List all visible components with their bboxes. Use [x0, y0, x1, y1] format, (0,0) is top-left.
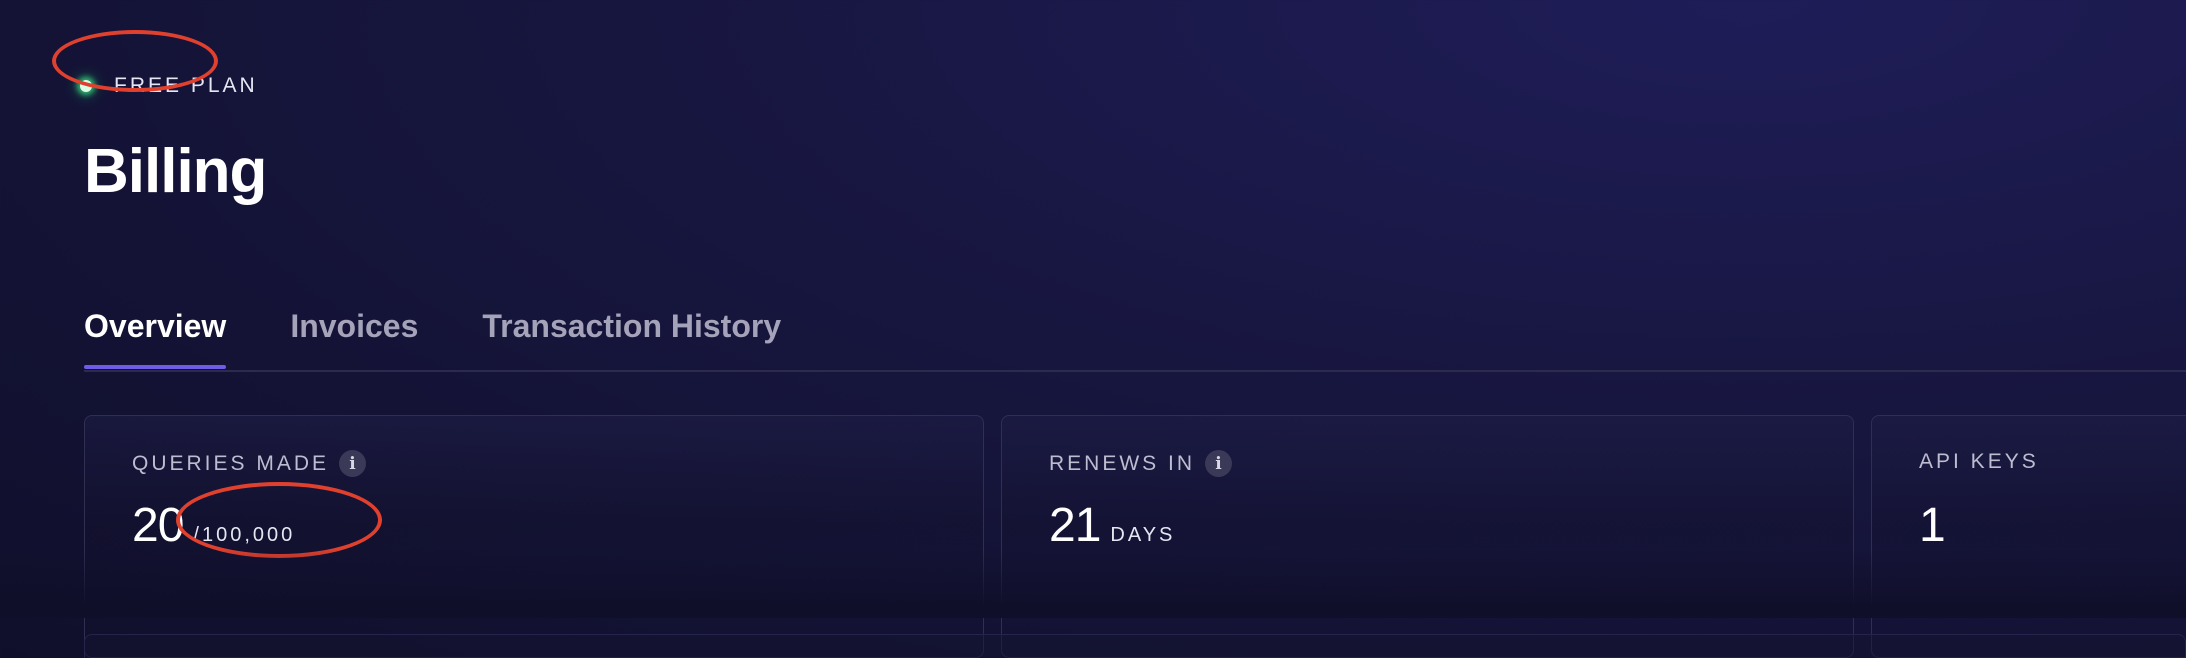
content-fade [0, 548, 2186, 618]
api-keys-label: API KEYS [1919, 450, 2039, 473]
plan-label: FREE PLAN [114, 74, 258, 97]
api-keys-card: API KEYS 1 [1871, 415, 2186, 658]
renews-in-label-row: RENEWS IN i [1049, 450, 1233, 477]
queries-limit: /100,000 [193, 524, 296, 546]
renews-in-value: 21 [1049, 499, 1101, 552]
tab-overview[interactable]: Overview [84, 308, 227, 369]
api-keys-value-row: 1 [1919, 498, 1946, 553]
page-title: Billing [84, 137, 267, 206]
queries-made-value-row: 20 /100,000 [132, 498, 295, 553]
info-icon[interactable]: i [339, 450, 367, 477]
queries-made-card: QUERIES MADE i 20 /100,000 [84, 415, 984, 658]
info-icon[interactable]: i [1205, 450, 1233, 477]
tab-transaction-history[interactable]: Transaction History [482, 308, 781, 367]
plan-badge: FREE PLAN [80, 74, 258, 98]
lower-section-card [84, 634, 2186, 658]
plan-status-dot [80, 80, 92, 92]
tab-invoices[interactable]: Invoices [290, 308, 418, 367]
renews-in-label: RENEWS IN [1049, 451, 1196, 475]
renews-in-value-row: 21 DAYS [1049, 498, 1175, 553]
queries-made-label: QUERIES MADE [132, 451, 330, 475]
queries-made-label-row: QUERIES MADE i [132, 450, 367, 477]
api-keys-label-row: API KEYS [1919, 450, 2039, 474]
tabs-divider [84, 370, 2186, 372]
billing-page: FREE PLAN Billing Overview Invoices Tran… [0, 0, 2186, 658]
tab-bar: Overview Invoices Transaction History [84, 308, 845, 369]
api-keys-value: 1 [1919, 499, 1946, 552]
renews-in-card: RENEWS IN i 21 DAYS [1001, 415, 1854, 658]
queries-made-value: 20 [132, 499, 184, 552]
renews-in-unit: DAYS [1110, 524, 1176, 546]
